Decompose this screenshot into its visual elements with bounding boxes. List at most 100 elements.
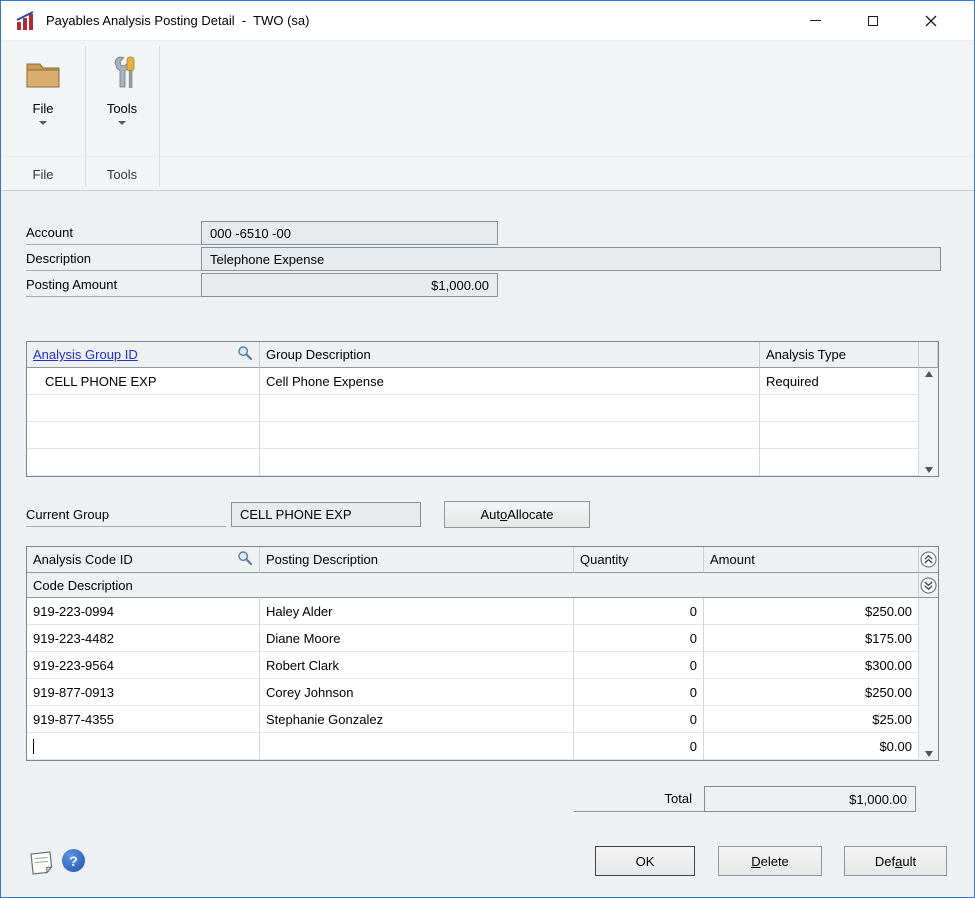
- tools-menu-button[interactable]: Tools: [85, 41, 159, 125]
- analysis-type-header: Analysis Type: [760, 342, 919, 368]
- analysis-group-id-header: Analysis Group ID: [27, 342, 260, 368]
- ribbon: File File Tools Tools: [1, 41, 974, 191]
- tools-group-caption: Tools: [85, 157, 159, 191]
- quantity-cell[interactable]: 0: [574, 598, 704, 625]
- scrollbar-corner: [919, 342, 938, 368]
- chevrons-up-icon: [920, 551, 937, 568]
- quantity-cell[interactable]: 0: [574, 679, 704, 706]
- current-group-field: CELL PHONE EXP: [231, 502, 421, 527]
- quantity-cell[interactable]: 0: [574, 706, 704, 733]
- note-button[interactable]: [28, 850, 55, 875]
- total-label: Total: [574, 786, 704, 812]
- analysis-group-id-link[interactable]: Analysis Group ID: [33, 347, 138, 362]
- close-button[interactable]: [902, 1, 960, 40]
- auto-allocate-button[interactable]: Auto Allocate: [444, 501, 590, 528]
- file-group-caption: File: [1, 157, 85, 191]
- maximize-icon: [868, 16, 878, 26]
- lookup-magnifier-icon[interactable]: [237, 550, 253, 569]
- group-description-cell[interactable]: Cell Phone Expense: [260, 368, 760, 395]
- empty-cell[interactable]: [760, 395, 919, 422]
- maximize-button[interactable]: [844, 1, 902, 40]
- amount-header: Amount: [704, 547, 919, 573]
- button-label: Aut: [481, 507, 501, 522]
- tools-menu-label: Tools: [107, 101, 137, 116]
- button-label: Def: [875, 854, 895, 869]
- button-label: OK: [636, 854, 655, 869]
- header-label: Amount: [710, 552, 755, 567]
- scroll-down-icon[interactable]: [925, 751, 933, 757]
- posting-amount-field: $1,000.00: [201, 273, 498, 297]
- empty-cell[interactable]: [27, 449, 260, 476]
- description-cell[interactable]: Robert Clark: [260, 652, 574, 679]
- code-cell[interactable]: 919-223-0994: [27, 598, 260, 625]
- group-description-header: Group Description: [260, 342, 760, 368]
- button-access-key: D: [751, 854, 760, 869]
- analysis-group-id-cell[interactable]: CELL PHONE EXP: [27, 368, 260, 395]
- empty-cell[interactable]: [260, 449, 760, 476]
- chevrons-down-icon: [920, 577, 937, 594]
- empty-cell[interactable]: [760, 422, 919, 449]
- description-cell[interactable]: Corey Johnson: [260, 679, 574, 706]
- analysis-type-cell[interactable]: Required: [760, 368, 919, 395]
- minimize-icon: [810, 20, 821, 21]
- scroll-down-icon[interactable]: [925, 467, 933, 473]
- quantity-cell[interactable]: 0: [574, 733, 704, 760]
- empty-cell[interactable]: [760, 449, 919, 476]
- code-cell[interactable]: 919-877-4355: [27, 706, 260, 733]
- amount-cell[interactable]: $250.00: [704, 598, 919, 625]
- header-label: Analysis Type: [766, 347, 846, 362]
- window-controls: [786, 1, 960, 40]
- button-label: Allocate: [507, 507, 553, 522]
- posting-description-header: Posting Description: [260, 547, 574, 573]
- ok-button[interactable]: OK: [595, 846, 695, 876]
- analysis-group-grid: Analysis Group ID Group Description Anal…: [26, 341, 939, 477]
- code-cell[interactable]: 919-877-0913: [27, 679, 260, 706]
- default-button[interactable]: Default: [844, 846, 947, 876]
- scroll-up-icon[interactable]: [925, 371, 933, 377]
- header-label: Posting Description: [266, 552, 378, 567]
- empty-cell[interactable]: [260, 395, 760, 422]
- quantity-cell[interactable]: 0: [574, 625, 704, 652]
- expand-all-button[interactable]: [919, 547, 938, 573]
- description-cell[interactable]: [260, 733, 574, 760]
- empty-cell[interactable]: [260, 422, 760, 449]
- empty-cell[interactable]: [27, 422, 260, 449]
- minimize-button[interactable]: [786, 1, 844, 40]
- amount-cell[interactable]: $25.00: [704, 706, 919, 733]
- amount-cell[interactable]: $300.00: [704, 652, 919, 679]
- window: Payables Analysis Posting Detail - TWO (…: [0, 0, 975, 898]
- quantity-cell[interactable]: 0: [574, 652, 704, 679]
- collapse-all-button[interactable]: [919, 573, 938, 598]
- code-cell-editing[interactable]: [27, 733, 260, 760]
- button-label: ult: [902, 854, 916, 869]
- code-grid-scrollbar[interactable]: [919, 598, 938, 760]
- button-access-key: a: [895, 854, 902, 869]
- empty-cell[interactable]: [27, 395, 260, 422]
- amount-cell[interactable]: $0.00: [704, 733, 919, 760]
- quantity-header: Quantity: [574, 547, 704, 573]
- code-cell[interactable]: 919-223-4482: [27, 625, 260, 652]
- account-label: Account: [26, 221, 201, 245]
- code-cell[interactable]: 919-223-9564: [27, 652, 260, 679]
- amount-cell[interactable]: $175.00: [704, 625, 919, 652]
- titlebar: Payables Analysis Posting Detail - TWO (…: [1, 1, 974, 41]
- posting-amount-label: Posting Amount: [26, 273, 201, 297]
- delete-button[interactable]: Delete: [718, 846, 822, 876]
- help-button[interactable]: ?: [62, 849, 85, 872]
- ribbon-group-tools: Tools Tools: [85, 41, 159, 191]
- description-cell[interactable]: Stephanie Gonzalez: [260, 706, 574, 733]
- amount-cell[interactable]: $250.00: [704, 679, 919, 706]
- header-label: Analysis Code ID: [33, 552, 133, 567]
- button-label: elete: [761, 854, 789, 869]
- analysis-code-id-header: Analysis Code ID: [27, 547, 260, 573]
- lookup-magnifier-icon[interactable]: [237, 345, 253, 364]
- ribbon-separator: [85, 46, 86, 186]
- description-label: Description: [26, 247, 201, 271]
- header-label: Quantity: [580, 552, 628, 567]
- code-description-subheader: Code Description: [27, 573, 919, 598]
- file-menu-button[interactable]: File: [1, 41, 85, 125]
- group-grid-scrollbar[interactable]: [919, 368, 938, 476]
- description-cell[interactable]: Diane Moore: [260, 625, 574, 652]
- account-field[interactable]: 000 -6510 -00: [201, 221, 498, 245]
- description-cell[interactable]: Haley Alder: [260, 598, 574, 625]
